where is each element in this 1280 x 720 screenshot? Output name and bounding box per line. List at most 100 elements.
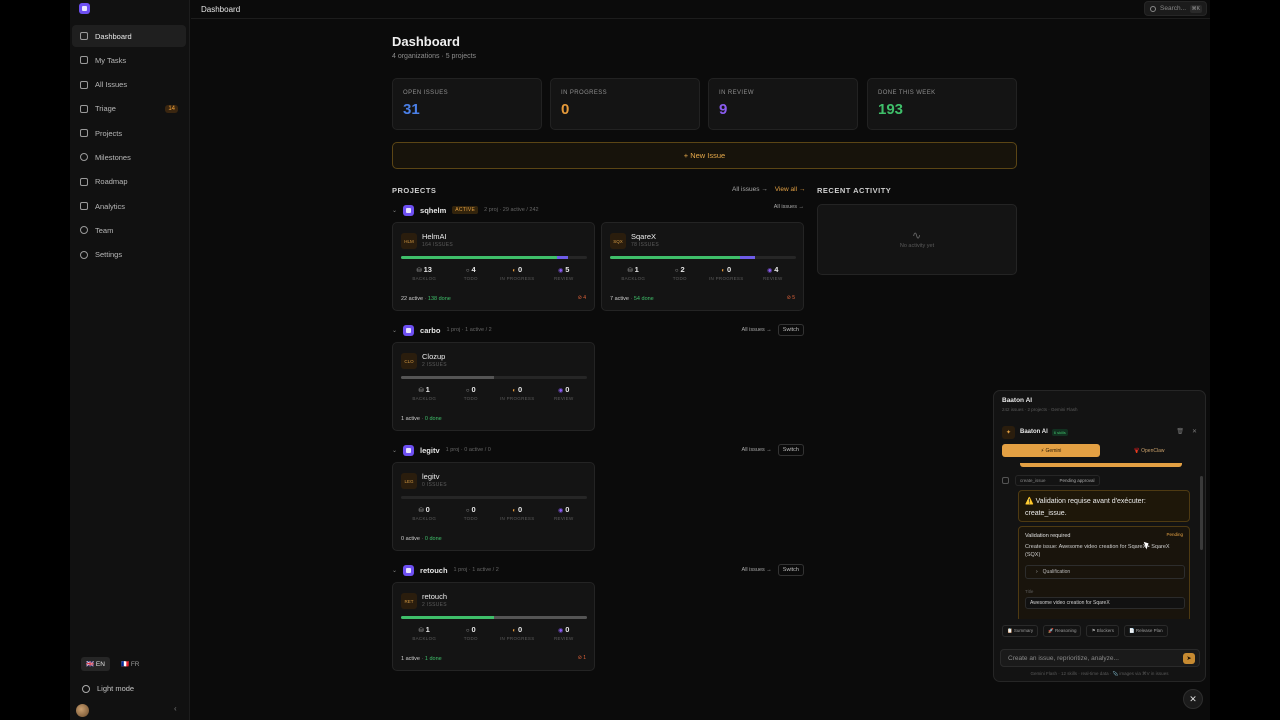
- status-count-value: ○ 0: [448, 625, 495, 634]
- search-input[interactable]: Search... ⌘K: [1144, 1, 1207, 16]
- stat-card-in-review[interactable]: IN REVIEW 9: [708, 78, 858, 130]
- status-icon: ◐: [512, 628, 516, 634]
- ai-chat-panel: Baaton AI 242 issues · 2 projects · Gemi…: [993, 390, 1206, 682]
- tab-openclaw[interactable]: 🦞 OpenClaw: [1100, 444, 1198, 457]
- sidebar-item-settings[interactable]: Settings: [72, 244, 186, 266]
- sidebar-item-triage[interactable]: Triage 14: [72, 98, 186, 120]
- avatar[interactable]: [76, 704, 89, 717]
- bot-icon: ✦: [1002, 425, 1015, 439]
- folder-icon: [80, 129, 88, 138]
- trash-icon[interactable]: 🗑: [1176, 428, 1184, 435]
- breadcrumb: Dashboard: [201, 5, 241, 14]
- org-all-issues-link[interactable]: All issues →: [742, 567, 772, 573]
- quick-action-chip[interactable]: 🚀 Reasoning: [1043, 625, 1082, 637]
- project-card-legitv[interactable]: LEG legitv 0 ISSUES ⛁ 0 BACKLOG ○ 0 TODO ◐ 0 IN PRO…: [392, 462, 595, 551]
- done-count: 0 done: [424, 416, 442, 422]
- status-count-in-progress: ◐ 0 IN PROGRESS: [494, 505, 541, 521]
- org-all-issues-link[interactable]: All issues →: [774, 204, 804, 210]
- status-count-value: ◉ 0: [541, 385, 588, 394]
- project-code-icon: SQX: [610, 233, 626, 249]
- org-name[interactable]: retouch: [420, 566, 448, 575]
- org-name[interactable]: carbo: [420, 326, 440, 335]
- tab-gemini[interactable]: ⚡ Gemini: [1002, 444, 1100, 457]
- sidebar-item-milestones[interactable]: Milestones: [72, 146, 186, 168]
- quick-action-chip[interactable]: 📄 Release Plan: [1124, 625, 1168, 637]
- project-card-clozup[interactable]: CLO Clozup 2 ISSUES ⛁ 1 BACKLOG ○ 0 TODO ◐ 0 IN PRO…: [392, 342, 595, 431]
- lang-fr-button[interactable]: 🇫🇷 FR: [116, 657, 145, 671]
- status-count-value: ○ 2: [657, 265, 704, 274]
- collapse-sidebar-button[interactable]: ‹: [174, 704, 177, 713]
- no-activity-text: No activity yet: [899, 243, 935, 249]
- stat-card-in-progress[interactable]: IN PROGRESS 0: [550, 78, 700, 130]
- qualification-toggle[interactable]: › Qualification: [1025, 565, 1185, 579]
- status-label: REVIEW: [553, 636, 574, 641]
- status-counts: ⛁ 1 BACKLOG ○ 0 TODO ◐ 0 IN PROGRESS ◉ 0 REVIEW: [401, 385, 587, 401]
- org-name[interactable]: sqhelm: [420, 206, 446, 215]
- org-all-issues-link[interactable]: All issues →: [742, 327, 772, 333]
- org-name[interactable]: legitv: [420, 446, 440, 455]
- switch-org-button[interactable]: Switch: [777, 444, 804, 456]
- lang-en-button[interactable]: 🇬🇧 EN: [81, 657, 110, 671]
- stat-card-done-this-week[interactable]: DONE THIS WEEK 193: [867, 78, 1017, 130]
- stat-card-open-issues[interactable]: OPEN ISSUES 31: [392, 78, 542, 130]
- quick-action-chip[interactable]: ⚑ Blockers: [1086, 625, 1120, 637]
- new-issue-button[interactable]: + New Issue: [392, 142, 1017, 169]
- layers-icon: [80, 80, 88, 89]
- stat-label: DONE THIS WEEK: [878, 90, 936, 96]
- status-count-value: ⛁ 1: [401, 385, 448, 394]
- active-count: 1 active: [401, 656, 420, 662]
- sidebar-item-my-tasks[interactable]: My Tasks: [72, 49, 186, 71]
- sidebar-item-all-issues[interactable]: All Issues: [72, 74, 186, 96]
- tool-call-box[interactable]: create_issue Pending approval: [1015, 475, 1100, 486]
- chat-messages: create_issue Pending approval ⚠️ Validat…: [1002, 463, 1198, 619]
- active-count: 0 active: [401, 536, 420, 542]
- status-label: TODO: [463, 516, 478, 521]
- light-mode-toggle[interactable]: Light mode: [82, 684, 134, 693]
- project-footer: 1 active · 1 done: [401, 656, 442, 662]
- all-issues-link[interactable]: All issues →: [732, 186, 768, 193]
- quick-action-chip[interactable]: 📋 Summary: [1002, 625, 1039, 637]
- sidebar-item-roadmap[interactable]: Roadmap: [72, 171, 186, 193]
- status-count-backlog: ⛁ 1 BACKLOG: [610, 265, 657, 281]
- project-card-retouch[interactable]: RET retouch 2 ISSUES ⛁ 1 BACKLOG ○ 0 TODO ◐ 0 IN PR…: [392, 582, 595, 671]
- close-chat-button[interactable]: ✕: [1183, 689, 1203, 709]
- status-count-todo: ○ 0 TODO: [448, 625, 495, 641]
- project-card-sqarex[interactable]: SQX SqareX 78 ISSUES ⛁ 1 BACKLOG ○ 2 TODO ◐ 0 IN PR…: [601, 222, 804, 311]
- close-icon[interactable]: ✕: [1192, 428, 1197, 435]
- status-icon: ◐: [512, 388, 516, 394]
- app-logo[interactable]: [79, 3, 90, 14]
- status-icon: ◉: [558, 268, 564, 274]
- chevron-down-icon[interactable]: ⌄: [392, 207, 397, 214]
- chevron-down-icon[interactable]: ⌄: [392, 447, 397, 454]
- status-count-in-progress: ◐ 0 IN PROGRESS: [703, 265, 750, 281]
- sidebar-item-projects[interactable]: Projects: [72, 122, 186, 144]
- project-card-helmai[interactable]: HLM HelmAI 164 ISSUES ⛁ 13 BACKLOG ○ 4 TODO ◐ 0 IN …: [392, 222, 595, 311]
- status-label: BACKLOG: [412, 636, 437, 641]
- status-number: 2: [680, 265, 685, 274]
- chevron-down-icon[interactable]: ⌄: [392, 327, 397, 334]
- chevron-down-icon[interactable]: ⌄: [392, 567, 397, 574]
- view-all-link[interactable]: View all →: [775, 186, 806, 193]
- progress-segment: [740, 256, 756, 259]
- status-count-review: ◉ 0 REVIEW: [541, 625, 588, 641]
- project-issue-count: 2 ISSUES: [422, 602, 447, 608]
- title-field[interactable]: Awesome video creation for SqareX: [1025, 597, 1185, 609]
- send-icon[interactable]: ➤: [1183, 653, 1195, 664]
- status-count-value: ○ 0: [448, 385, 495, 394]
- sidebar-item-team[interactable]: Team: [72, 219, 186, 241]
- switch-org-button[interactable]: Switch: [777, 324, 804, 336]
- chat-input[interactable]: Create an issue, reprioritize, analyze..…: [1000, 649, 1200, 667]
- org-all-issues-link[interactable]: All issues →: [742, 447, 772, 453]
- sidebar-item-dashboard[interactable]: Dashboard: [72, 25, 186, 47]
- project-code-icon: CLO: [401, 353, 417, 369]
- switch-org-button[interactable]: Switch: [777, 564, 804, 576]
- status-icon: ○: [465, 508, 470, 514]
- project-issue-count: 2 ISSUES: [422, 362, 447, 368]
- status-count-backlog: ⛁ 13 BACKLOG: [401, 265, 448, 281]
- project-progress-bar: [610, 256, 796, 259]
- tool-icon: [1002, 477, 1009, 484]
- sidebar-item-analytics[interactable]: Analytics: [72, 195, 186, 217]
- status-number: 0: [565, 505, 570, 514]
- chat-scrollbar[interactable]: [1200, 476, 1203, 550]
- status-number: 4: [471, 265, 476, 274]
